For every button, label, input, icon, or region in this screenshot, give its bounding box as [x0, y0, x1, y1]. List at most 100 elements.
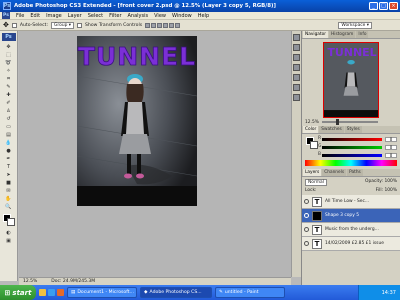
visibility-eye-icon[interactable] — [304, 199, 309, 204]
menu-layer[interactable]: Layer — [68, 13, 82, 19]
document-canvas[interactable]: TUNNEL — [77, 36, 197, 206]
status-zoom[interactable]: 12.5% — [23, 279, 37, 284]
magic-wand-tool-icon[interactable]: ✧ — [5, 67, 13, 74]
visibility-eye-icon[interactable] — [304, 227, 309, 232]
channel-r-slider[interactable] — [322, 138, 382, 141]
layers-tabs: Layers Channels Paths — [302, 169, 400, 177]
align-center-icon[interactable] — [169, 22, 175, 28]
fill-value[interactable]: 100% — [384, 188, 397, 193]
navigator-zoom-value[interactable]: 12.5% — [305, 120, 319, 125]
tab-paths[interactable]: Paths — [347, 169, 363, 176]
healing-tool-icon[interactable]: ✚ — [5, 91, 13, 98]
tool-presets-panel-icon[interactable] — [293, 64, 300, 71]
notes-tool-icon[interactable]: ✉ — [5, 187, 13, 194]
tab-channels[interactable]: Channels — [322, 169, 347, 176]
history-brush-tool-icon[interactable]: ↺ — [5, 115, 13, 122]
tab-styles[interactable]: Styles — [344, 126, 362, 133]
zoom-tool-icon[interactable]: 🔍 — [5, 203, 13, 210]
align-middle-icon[interactable] — [151, 22, 157, 28]
menu-file[interactable]: File — [16, 13, 24, 19]
browser-icon[interactable] — [48, 289, 55, 296]
color-spectrum-bar[interactable] — [305, 160, 397, 166]
align-top-icon[interactable] — [145, 22, 151, 28]
task-word[interactable]: ▤ Document1 - Microsoft... — [67, 287, 137, 298]
tab-info[interactable]: Info — [356, 31, 369, 38]
visibility-eye-icon[interactable] — [304, 241, 309, 246]
menu-edit[interactable]: Edit — [30, 13, 40, 19]
maximize-button[interactable]: □ — [379, 2, 388, 10]
layer-row[interactable]: T Music from the underg... — [302, 223, 400, 237]
gradient-tool-icon[interactable]: ▤ — [5, 131, 13, 138]
clone-stamp-tool-icon[interactable]: ♙ — [5, 107, 13, 114]
marquee-tool-icon[interactable]: ⬚ — [5, 51, 13, 58]
channel-b-value[interactable]: 0 — [385, 153, 397, 158]
navigator-zoom-slider[interactable] — [321, 119, 378, 125]
clock[interactable]: 14:37 — [382, 290, 396, 296]
tab-swatches[interactable]: Swatches — [319, 126, 344, 133]
tab-histogram[interactable]: Histogram — [329, 31, 356, 38]
zoom-slider-handle[interactable] — [335, 119, 339, 125]
menu-analysis[interactable]: Analysis — [128, 13, 149, 19]
dodge-tool-icon[interactable]: ● — [5, 147, 13, 154]
quick-mask-icon[interactable]: ◐ — [5, 229, 13, 236]
visibility-eye-icon[interactable] — [304, 213, 309, 218]
channel-b-slider[interactable] — [322, 154, 382, 157]
media-icon[interactable] — [57, 289, 64, 296]
pen-tool-icon[interactable]: ✒ — [5, 155, 13, 162]
task-paint[interactable]: ✎ untitled - Paint — [215, 287, 285, 298]
menu-view[interactable]: View — [154, 13, 166, 19]
channel-g-slider[interactable] — [322, 146, 382, 149]
task-photoshop[interactable]: ◆ Adobe Photoshop CS... — [140, 287, 212, 298]
workspace-dropdown[interactable]: Workspace ▾ — [338, 22, 372, 29]
align-bottom-icon[interactable] — [157, 22, 163, 28]
minimize-button[interactable]: _ — [369, 2, 378, 10]
move-tool-icon: ✥ — [3, 21, 9, 29]
align-left-icon[interactable] — [163, 22, 169, 28]
channel-r-value[interactable]: 0 — [385, 137, 397, 142]
tab-navigator[interactable]: Navigator — [303, 31, 329, 38]
blend-mode-dropdown[interactable]: Normal — [305, 179, 327, 186]
align-right-icon[interactable] — [175, 22, 181, 28]
paragraph-panel-icon[interactable] — [293, 94, 300, 101]
lasso-tool-icon[interactable]: ➰ — [5, 59, 13, 66]
screen-mode-icon[interactable]: ▣ — [5, 237, 13, 244]
brush-tool-icon[interactable]: ✐ — [5, 99, 13, 106]
navigator-preview[interactable]: TUNNEL — [323, 42, 379, 118]
path-selection-tool-icon[interactable]: ➤ — [5, 171, 13, 178]
blur-tool-icon[interactable]: 💧 — [5, 139, 13, 146]
opacity-value[interactable]: 100% — [384, 179, 397, 184]
menu-help[interactable]: Help — [198, 13, 209, 19]
clone-source-panel-icon[interactable] — [293, 74, 300, 81]
eraser-tool-icon[interactable]: ▭ — [5, 123, 13, 130]
shape-tool-icon[interactable]: ■ — [5, 179, 13, 186]
menu-image[interactable]: Image — [46, 13, 62, 19]
actions-panel-icon[interactable] — [293, 44, 300, 51]
menu-window[interactable]: Window — [172, 13, 192, 19]
brushes-panel-icon[interactable] — [293, 54, 300, 61]
background-color-swatch[interactable] — [7, 218, 15, 226]
explorer-icon[interactable] — [39, 289, 46, 296]
tab-layers[interactable]: Layers — [303, 169, 322, 176]
crop-tool-icon[interactable]: ⌗ — [5, 75, 13, 82]
layer-row[interactable]: T All Time Low - Sec... — [302, 195, 400, 209]
show-transform-checkbox[interactable] — [77, 22, 82, 28]
hand-tool-icon[interactable]: ✋ — [5, 195, 13, 202]
word-icon: ▤ — [71, 290, 76, 295]
layer-row-selected[interactable]: Shape 3 copy 5 — [302, 209, 400, 223]
layer-row[interactable]: T 14/02/2009 £2.85 £1 issue — [302, 237, 400, 251]
auto-select-dropdown[interactable]: Group ▾ — [51, 21, 74, 29]
history-panel-icon[interactable] — [293, 34, 300, 41]
eyedropper-tool-icon[interactable]: ✎ — [5, 83, 13, 90]
menu-filter[interactable]: Filter — [109, 13, 121, 19]
close-button[interactable]: × — [389, 2, 398, 10]
start-button[interactable]: ⊞ start — [0, 285, 36, 300]
auto-select-checkbox[interactable] — [11, 22, 17, 28]
character-panel-icon[interactable] — [293, 84, 300, 91]
channel-g-value[interactable]: 0 — [385, 145, 397, 150]
tab-color[interactable]: Color — [303, 126, 319, 133]
move-tool-icon[interactable]: ✥ — [5, 43, 13, 50]
type-tool-icon[interactable]: T — [5, 163, 13, 170]
menu-select[interactable]: Select — [88, 13, 103, 19]
shape-layer-thumbnail-icon — [312, 210, 322, 221]
color-background-swatch[interactable] — [310, 141, 318, 149]
